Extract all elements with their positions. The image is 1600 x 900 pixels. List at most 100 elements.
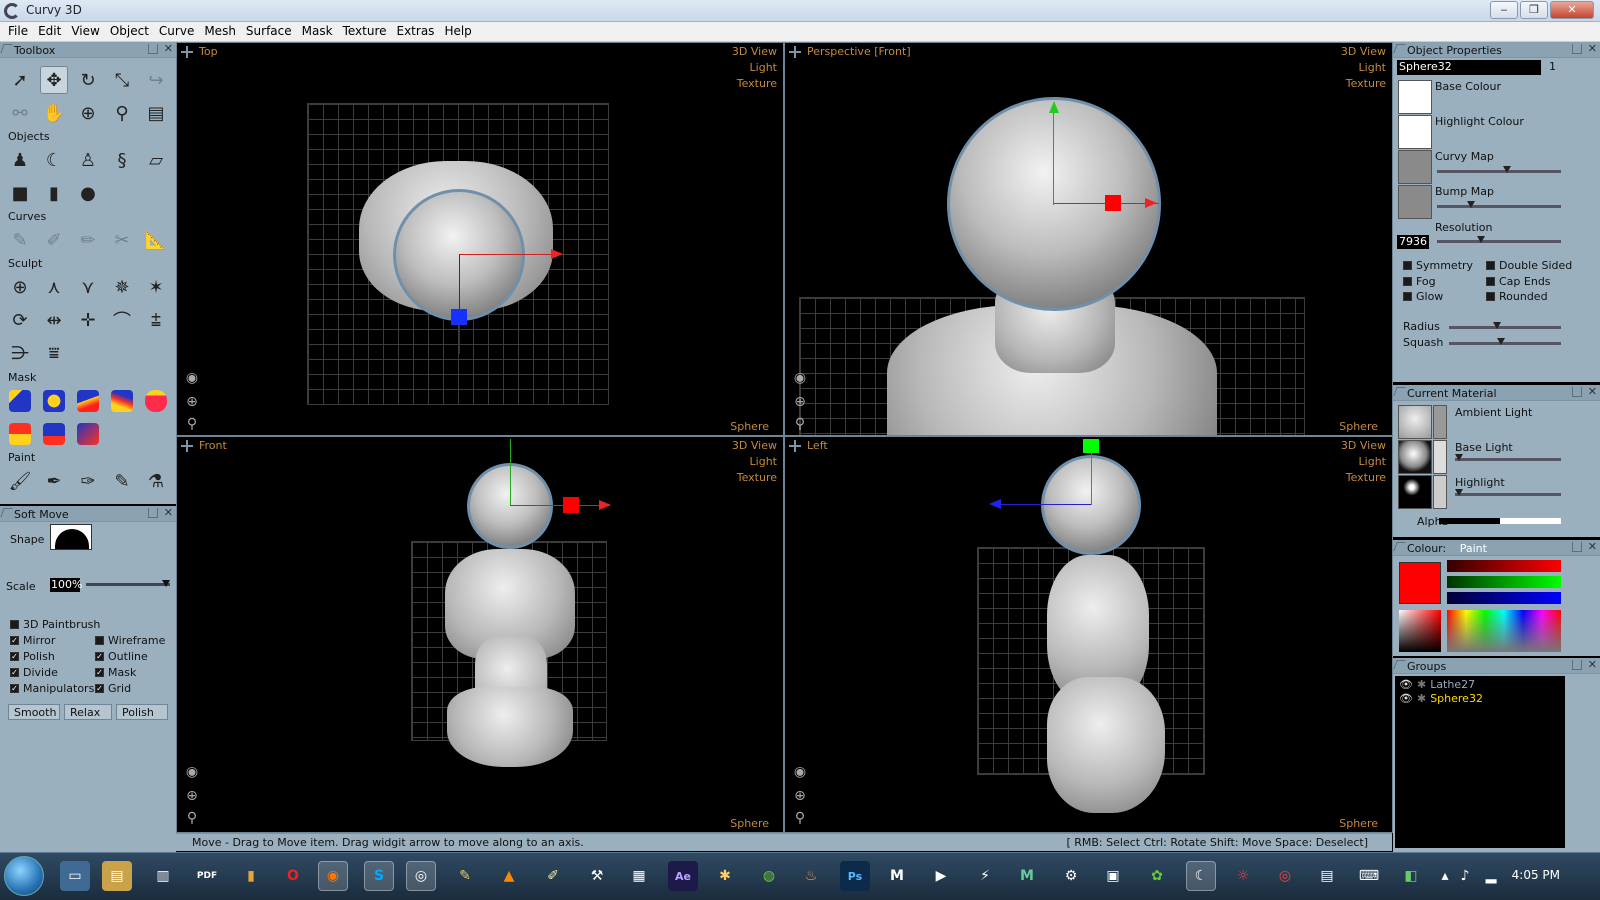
skype-icon[interactable]: S bbox=[364, 861, 394, 891]
scale-value-field[interactable]: 100% bbox=[50, 578, 82, 592]
grid-checkbox[interactable]: ✓ Grid bbox=[95, 682, 131, 695]
object-name-field[interactable]: Sphere32 bbox=[1397, 60, 1541, 75]
menu-texture[interactable]: Texture bbox=[338, 22, 392, 41]
curve-cut-icon[interactable]: ✂ bbox=[108, 226, 136, 254]
view-3d-toggle[interactable]: 3D View bbox=[732, 439, 777, 452]
app-settings-icon[interactable]: ⚙ bbox=[1056, 861, 1086, 891]
app-books-icon[interactable]: ▥ bbox=[148, 861, 178, 891]
y-axis-arrow[interactable] bbox=[510, 439, 511, 505]
tray-ring-icon[interactable]: ◎ bbox=[1270, 861, 1300, 891]
vlc-icon[interactable]: ▲ bbox=[494, 861, 524, 891]
sphere-object-icon[interactable]: ● bbox=[74, 179, 102, 207]
close-button[interactable]: ✕ bbox=[1550, 1, 1594, 19]
z-axis-arrow[interactable] bbox=[991, 504, 1091, 505]
app-palette-icon[interactable]: ✱ bbox=[710, 861, 740, 891]
y-axis-arrow[interactable] bbox=[459, 254, 460, 354]
view-3d-toggle[interactable]: 3D View bbox=[1341, 439, 1386, 452]
green-slider[interactable] bbox=[1447, 576, 1561, 588]
resolution-slider[interactable] bbox=[1437, 236, 1561, 243]
y-arrow-head-icon[interactable] bbox=[1049, 101, 1059, 113]
menu-file[interactable]: File bbox=[3, 22, 33, 41]
selected-sphere[interactable] bbox=[947, 97, 1161, 311]
tray-monitor-icon[interactable]: ▤ bbox=[1312, 861, 1342, 891]
view-texture-toggle[interactable]: Texture bbox=[737, 77, 777, 90]
polish-checkbox[interactable]: ✓ Polish bbox=[10, 650, 55, 663]
viewport-reset-icon[interactable]: ◉ bbox=[183, 369, 201, 387]
x-arrow-head-icon[interactable] bbox=[1145, 198, 1157, 208]
radius-slider[interactable] bbox=[1449, 322, 1561, 329]
close-panel-icon[interactable]: ✕ bbox=[1588, 42, 1597, 55]
view-texture-toggle[interactable]: Texture bbox=[737, 471, 777, 484]
highlight-slider[interactable] bbox=[1455, 489, 1561, 496]
tray-keyboard-icon[interactable]: ⌨ bbox=[1354, 861, 1384, 891]
viewport-left[interactable]: Left 3D View Light Texture ◉ ⊕ ⚲ Sphere bbox=[784, 436, 1393, 833]
squash-slider[interactable] bbox=[1449, 338, 1561, 345]
app-orange-icon[interactable]: ▮ bbox=[236, 861, 266, 891]
sculpt-smooth-icon[interactable]: ⩲ bbox=[142, 306, 170, 334]
y-axis-arrow[interactable] bbox=[1091, 451, 1092, 505]
zoom-icon[interactable]: ⚲ bbox=[108, 99, 136, 127]
highlight-swatch[interactable] bbox=[1398, 475, 1432, 509]
start-button[interactable] bbox=[4, 856, 44, 896]
blue-slider[interactable] bbox=[1447, 592, 1561, 604]
mask-wave-icon[interactable] bbox=[108, 387, 136, 415]
mask-cylinder-icon[interactable] bbox=[142, 387, 170, 415]
view-light-toggle[interactable]: Light bbox=[750, 455, 777, 468]
base-light-slider[interactable] bbox=[1455, 454, 1561, 461]
viewport-orbit-icon[interactable]: ⊕ bbox=[791, 787, 809, 805]
menu-mask[interactable]: Mask bbox=[297, 22, 338, 41]
tube-object-icon[interactable]: ♙ bbox=[74, 146, 102, 174]
sculpt-stretch-icon[interactable]: ⋺ bbox=[6, 339, 34, 367]
app-green-icon[interactable]: ◍ bbox=[754, 861, 784, 891]
y-axis-arrow[interactable] bbox=[1053, 107, 1054, 205]
crescent-object-icon[interactable]: ☾ bbox=[40, 146, 68, 174]
mudbox-icon[interactable]: M bbox=[1012, 861, 1042, 891]
smooth-button[interactable]: Smooth bbox=[8, 704, 60, 720]
tray-red-icon[interactable]: ☼ bbox=[1228, 861, 1258, 891]
paint-spray-icon[interactable]: ✎ bbox=[108, 467, 136, 495]
viewport-zoom-icon[interactable]: ⚲ bbox=[183, 809, 201, 827]
cap-ends-checkbox[interactable]: Cap Ends bbox=[1486, 275, 1551, 288]
app-brush-icon[interactable]: ⚒ bbox=[582, 861, 612, 891]
view-texture-toggle[interactable]: Texture bbox=[1346, 471, 1386, 484]
glow-checkbox[interactable]: Glow bbox=[1403, 290, 1443, 303]
base-light-swatch[interactable] bbox=[1398, 440, 1432, 474]
curve-ruler-icon[interactable]: 📐 bbox=[142, 226, 170, 254]
close-panel-icon[interactable]: ✕ bbox=[164, 506, 173, 519]
maximize-button[interactable]: ❐ bbox=[1520, 1, 1548, 19]
viewport-menu-icon[interactable] bbox=[789, 440, 801, 452]
explorer-icon[interactable]: ▤ bbox=[102, 861, 132, 891]
viewport-reset-icon[interactable]: ◉ bbox=[791, 763, 809, 781]
saturation-picker[interactable] bbox=[1399, 610, 1441, 652]
sculpt-pull-icon[interactable]: ⋏ bbox=[40, 273, 68, 301]
sculpt-mirror-icon[interactable]: ⇹ bbox=[40, 306, 68, 334]
photoshop-icon[interactable]: Ps bbox=[840, 861, 870, 891]
sculpt-globe-icon[interactable]: ⊕ bbox=[6, 273, 34, 301]
x-axis-arrow[interactable] bbox=[459, 254, 559, 255]
pin-icon[interactable] bbox=[1572, 44, 1582, 54]
redo-tool-icon[interactable]: ↪ bbox=[142, 66, 170, 94]
menu-extras[interactable]: Extras bbox=[392, 22, 440, 41]
viewport-zoom-icon[interactable]: ⚲ bbox=[791, 809, 809, 827]
cube-object-icon[interactable]: ■ bbox=[6, 179, 34, 207]
steam-icon[interactable]: ◎ bbox=[406, 861, 436, 891]
close-panel-icon[interactable]: ✕ bbox=[1588, 540, 1597, 553]
sculpt-twist-icon[interactable]: ⟳ bbox=[6, 306, 34, 334]
mask-pie-icon[interactable] bbox=[40, 387, 68, 415]
rotate-tool-icon[interactable]: ↻ bbox=[74, 66, 102, 94]
orbit-icon[interactable]: ⊕ bbox=[74, 99, 102, 127]
double-sided-checkbox[interactable]: Double Sided bbox=[1486, 259, 1572, 272]
link-tool-icon[interactable]: ⚯ bbox=[6, 99, 34, 127]
x-handle[interactable] bbox=[1105, 195, 1121, 211]
fog-checkbox[interactable]: Fog bbox=[1403, 275, 1436, 288]
sculpt-push-icon[interactable]: ⋎ bbox=[74, 273, 102, 301]
pin-icon[interactable] bbox=[1572, 542, 1582, 552]
viewport-orbit-icon[interactable]: ⊕ bbox=[791, 393, 809, 411]
menu-help[interactable]: Help bbox=[439, 22, 476, 41]
y-handle[interactable] bbox=[1083, 439, 1099, 453]
desktop-icon[interactable]: ▭ bbox=[60, 861, 90, 891]
app-doc-icon[interactable]: ▦ bbox=[624, 861, 654, 891]
notepad-icon[interactable]: ✐ bbox=[538, 861, 568, 891]
app-pen-icon[interactable]: ✎ bbox=[450, 861, 480, 891]
view-texture-toggle[interactable]: Texture bbox=[1346, 77, 1386, 90]
